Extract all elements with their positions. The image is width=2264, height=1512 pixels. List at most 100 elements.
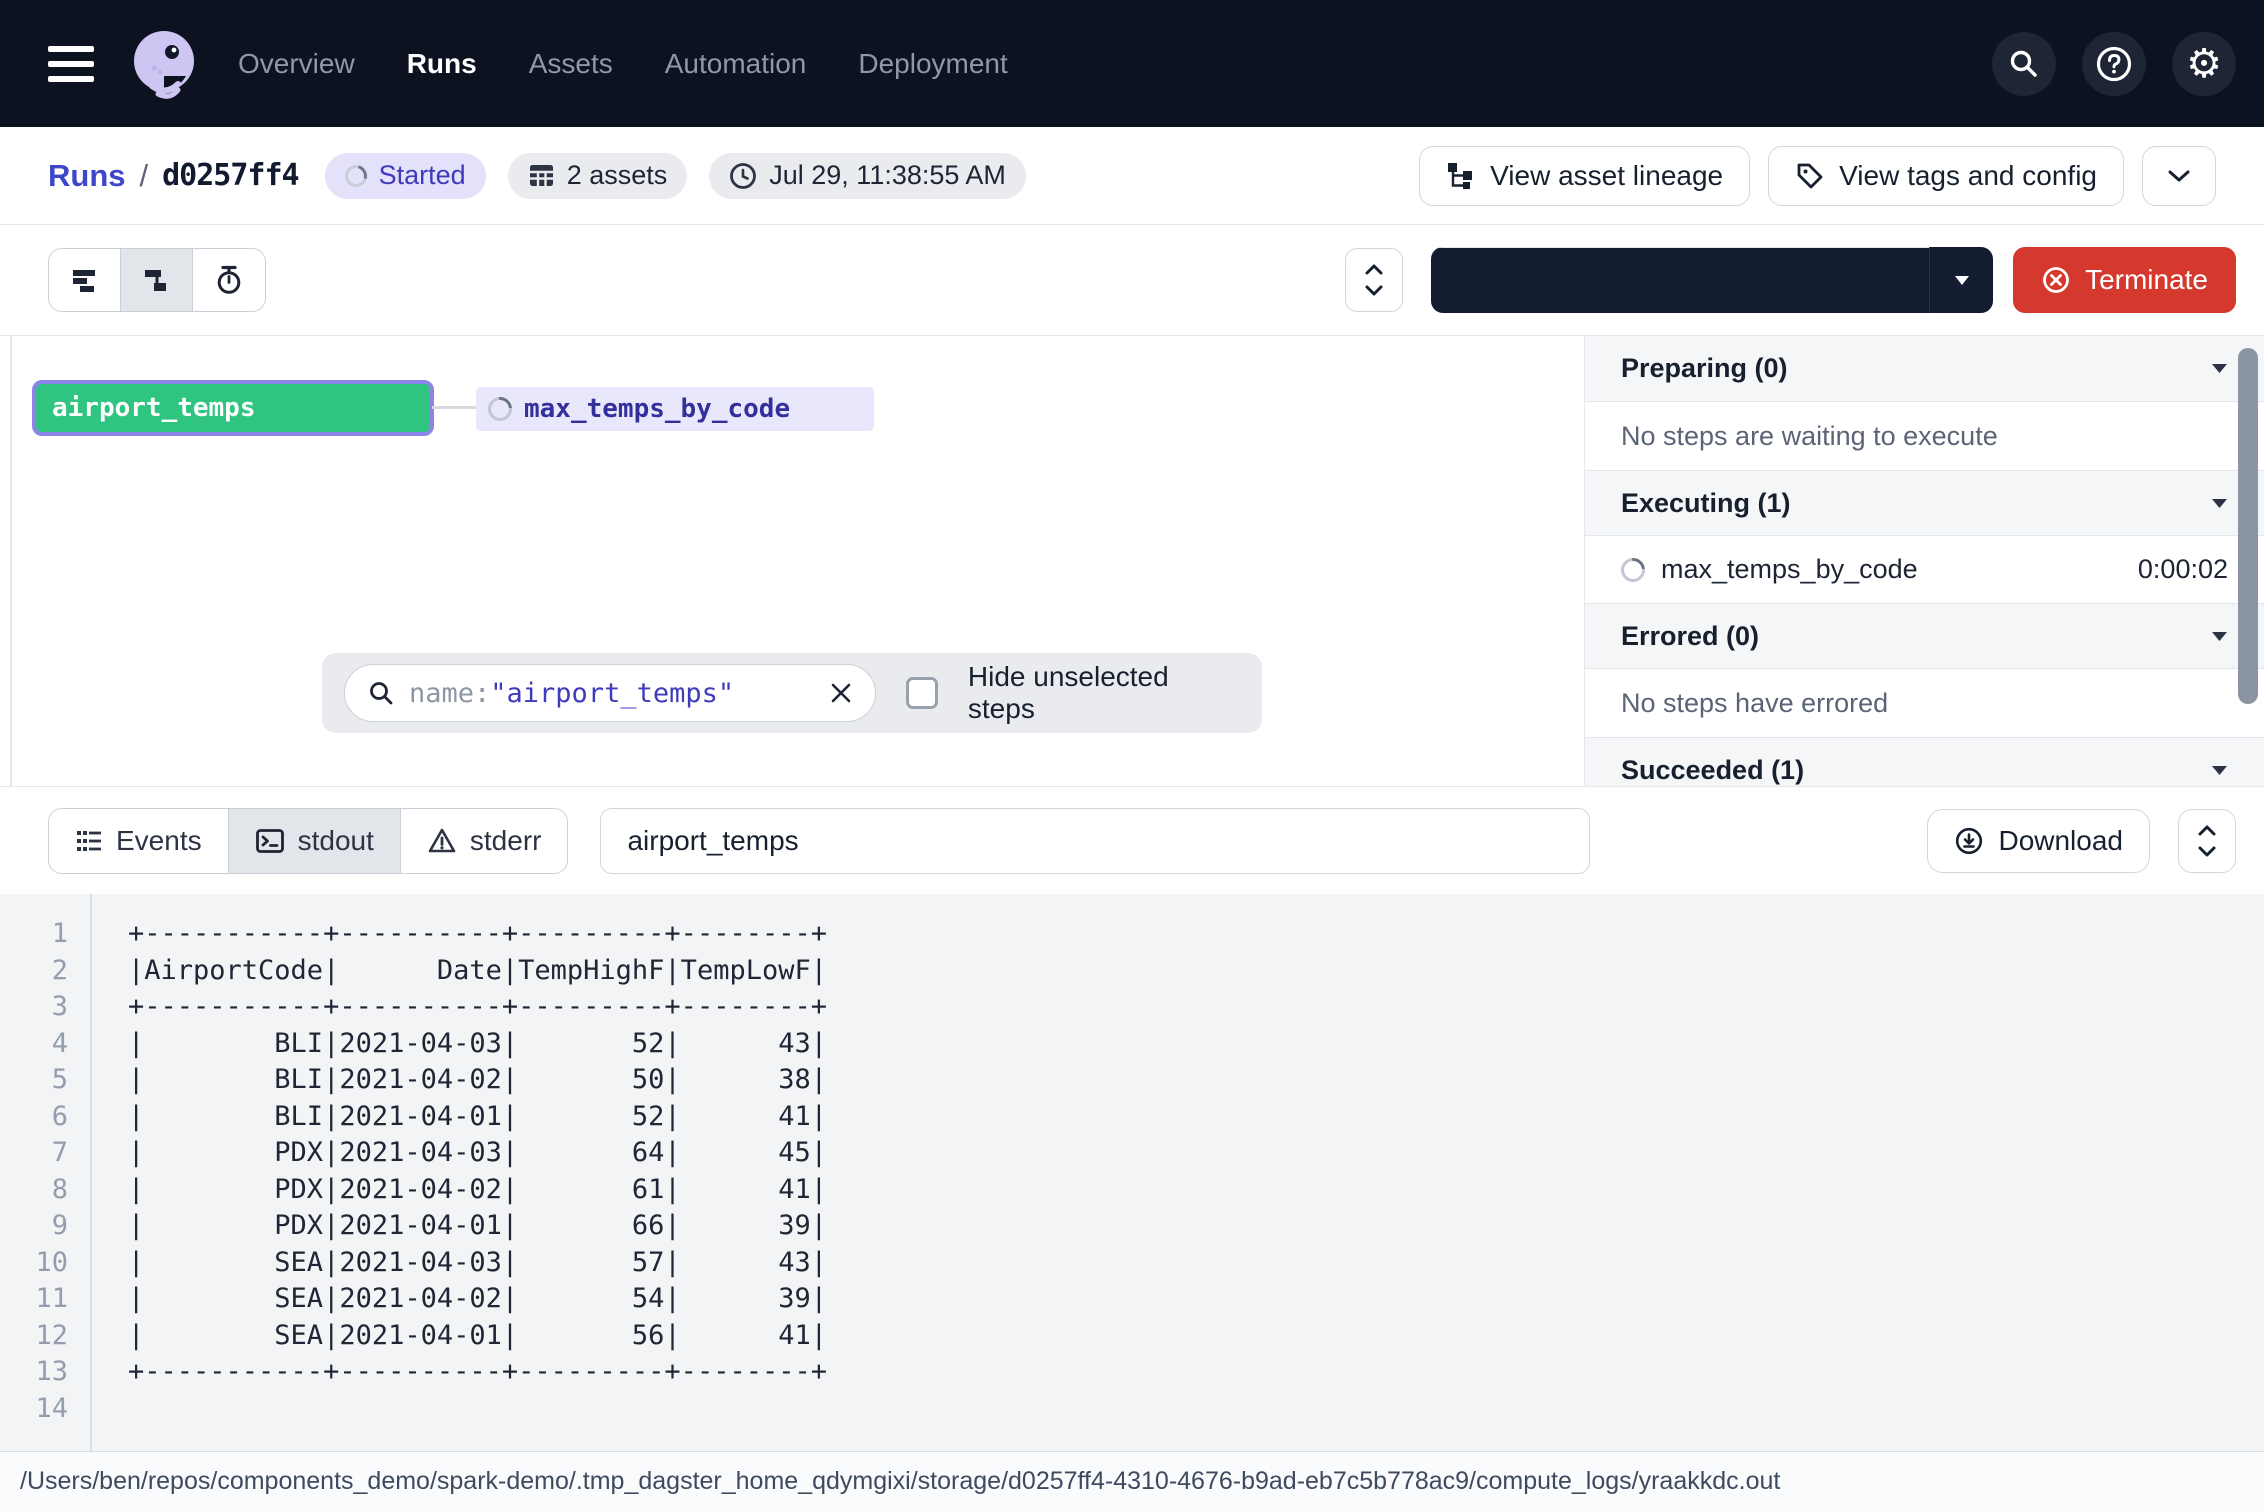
view-tags-config-label: View tags and config [1839, 160, 2097, 192]
lineage-icon [1446, 161, 1476, 191]
log-line: |AirportCode| Date|TempHighF|TempLowF| [128, 953, 827, 990]
download-icon [1954, 826, 1984, 856]
chevron-down-icon [2166, 168, 2192, 184]
step-node-max-temps-by-code[interactable]: max_temps_by_code [476, 387, 874, 431]
tab-stderr-label: stderr [470, 825, 542, 857]
section-header-errored[interactable]: Errored (0) [1585, 603, 2264, 669]
section-title: Succeeded (1) [1621, 755, 1804, 786]
help-button[interactable] [2082, 32, 2146, 96]
clock-icon [729, 162, 757, 190]
tab-stderr[interactable]: stderr [401, 809, 568, 873]
step-node-airport-temps[interactable]: airport_temps [32, 380, 434, 436]
breadcrumb-runs-link[interactable]: Runs [48, 158, 126, 194]
view-asset-lineage-button[interactable]: View asset lineage [1419, 146, 1750, 206]
warning-icon [427, 826, 457, 856]
run-timestamp-label: Jul 29, 11:38:55 AM [769, 160, 1006, 191]
assets-count-label: 2 assets [567, 160, 668, 191]
step-node-label: max_temps_by_code [524, 394, 790, 424]
nav-item-automation[interactable]: Automation [665, 48, 807, 80]
log-type-tabs: Events stdout stderr [48, 808, 568, 874]
nav-item-assets[interactable]: Assets [529, 48, 613, 80]
run-header: Runs / d0257ff4 Started 2 assets Jul 29,… [0, 127, 2264, 225]
hamburger-menu-icon[interactable] [48, 46, 94, 82]
dependency-edge [432, 406, 476, 409]
log-file-path-bar: /Users/ben/repos/components_demo/spark-d… [0, 1451, 2264, 1511]
view-mode-waterfall-button[interactable] [121, 249, 193, 311]
run-steps-panel: Preparing (0) No steps are waiting to ex… [1584, 336, 2264, 786]
caret-down-icon [2211, 765, 2228, 776]
spinner-icon [483, 392, 517, 426]
run-timestamp-badge: Jul 29, 11:38:55 AM [709, 153, 1026, 199]
zoom-fit-button[interactable] [1345, 248, 1403, 312]
run-status-badge[interactable]: Started [325, 153, 486, 199]
breadcrumb-separator: / [140, 158, 149, 194]
gantt-graph-area[interactable]: airport_temps max_temps_by_code name:"ai… [0, 336, 1584, 786]
nav-item-overview[interactable]: Overview [238, 48, 355, 80]
step-filter-query: name:"airport_temps" [409, 678, 734, 709]
caret-down-icon [2211, 363, 2228, 374]
dagster-logo[interactable] [124, 24, 204, 104]
tab-stdout[interactable]: stdout [229, 809, 401, 873]
waterfall-gantt-icon [142, 265, 172, 295]
log-line: | SEA|2021-04-03| 57| 43| [128, 1245, 827, 1282]
help-icon [2094, 44, 2134, 84]
tab-events[interactable]: Events [49, 809, 229, 873]
section-title: Errored (0) [1621, 621, 1759, 652]
view-mode-toggle [48, 248, 266, 312]
top-nav: Overview Runs Assets Automation Deployme… [0, 0, 2264, 127]
section-header-preparing[interactable]: Preparing (0) [1585, 336, 2264, 402]
log-line: | PDX|2021-04-01| 66| 39| [128, 1208, 827, 1245]
hide-unselected-checkbox[interactable] [906, 677, 938, 709]
download-button[interactable]: Download [1927, 809, 2150, 873]
log-line: | SEA|2021-04-02| 54| 39| [128, 1281, 827, 1318]
re-execute-button[interactable]: Re-execute (name:"airport_temps") [1431, 247, 1930, 313]
section-title: Executing (1) [1621, 488, 1791, 519]
log-line [128, 1391, 827, 1428]
executing-step-row[interactable]: max_temps_by_code 0:00:02 [1585, 536, 2264, 603]
log-step-selector-value: airport_temps [627, 825, 798, 857]
more-actions-button[interactable] [2142, 146, 2216, 206]
errored-empty-message: No steps have errored [1585, 669, 2264, 737]
expand-logs-button[interactable] [2178, 809, 2236, 873]
view-mode-timer-button[interactable] [193, 249, 265, 311]
terminal-icon [255, 826, 285, 856]
tag-icon [1795, 161, 1825, 191]
section-header-succeeded[interactable]: Succeeded (1) [1585, 737, 2264, 786]
settings-button[interactable]: ⚙ [2172, 32, 2236, 96]
nav-item-runs[interactable]: Runs [407, 48, 477, 80]
graph-left-edge [10, 336, 12, 786]
assets-count-badge[interactable]: 2 assets [508, 153, 688, 199]
section-title: Preparing (0) [1621, 353, 1788, 384]
log-text: +-----------+----------+---------+------… [92, 894, 827, 1451]
log-line: +-----------+----------+---------+------… [128, 1354, 827, 1391]
flat-gantt-icon [70, 265, 100, 295]
log-line: +-----------+----------+---------+------… [128, 916, 827, 953]
stdout-log-viewer[interactable]: 12 34 56 78 910 1112 1314 +-----------+-… [0, 894, 2264, 1451]
log-step-selector[interactable]: airport_temps [600, 808, 1590, 874]
line-number-gutter: 12 34 56 78 910 1112 1314 [0, 894, 92, 1451]
filter-prefix: name: [409, 678, 490, 709]
tab-stdout-label: stdout [298, 825, 374, 857]
view-tags-config-button[interactable]: View tags and config [1768, 146, 2124, 206]
expand-vertical-icon [1363, 263, 1385, 297]
preparing-empty-message: No steps are waiting to execute [1585, 402, 2264, 470]
section-header-executing[interactable]: Executing (1) [1585, 470, 2264, 536]
search-icon [367, 679, 395, 707]
executing-step-name: max_temps_by_code [1661, 554, 1918, 585]
search-button[interactable] [1992, 32, 2056, 96]
panel-scrollbar[interactable] [2238, 348, 2258, 704]
nav-item-deployment[interactable]: Deployment [858, 48, 1007, 80]
grid-icon [528, 162, 555, 189]
log-file-path: /Users/ben/repos/components_demo/spark-d… [20, 1467, 1780, 1496]
log-line: | PDX|2021-04-02| 61| 41| [128, 1172, 827, 1209]
step-filter-input[interactable]: name:"airport_temps" [344, 664, 876, 722]
view-mode-flat-button[interactable] [49, 249, 121, 311]
logs-toolbar: Events stdout stderr airport_temps [0, 786, 2264, 894]
terminate-label: Terminate [2085, 264, 2208, 296]
re-execute-dropdown-button[interactable] [1929, 247, 1993, 313]
terminate-button[interactable]: Terminate [2013, 247, 2236, 313]
caret-down-icon [2211, 498, 2228, 509]
clear-filter-icon[interactable] [829, 681, 853, 705]
log-line: | PDX|2021-04-03| 64| 45| [128, 1135, 827, 1172]
spinner-icon [1616, 553, 1650, 587]
